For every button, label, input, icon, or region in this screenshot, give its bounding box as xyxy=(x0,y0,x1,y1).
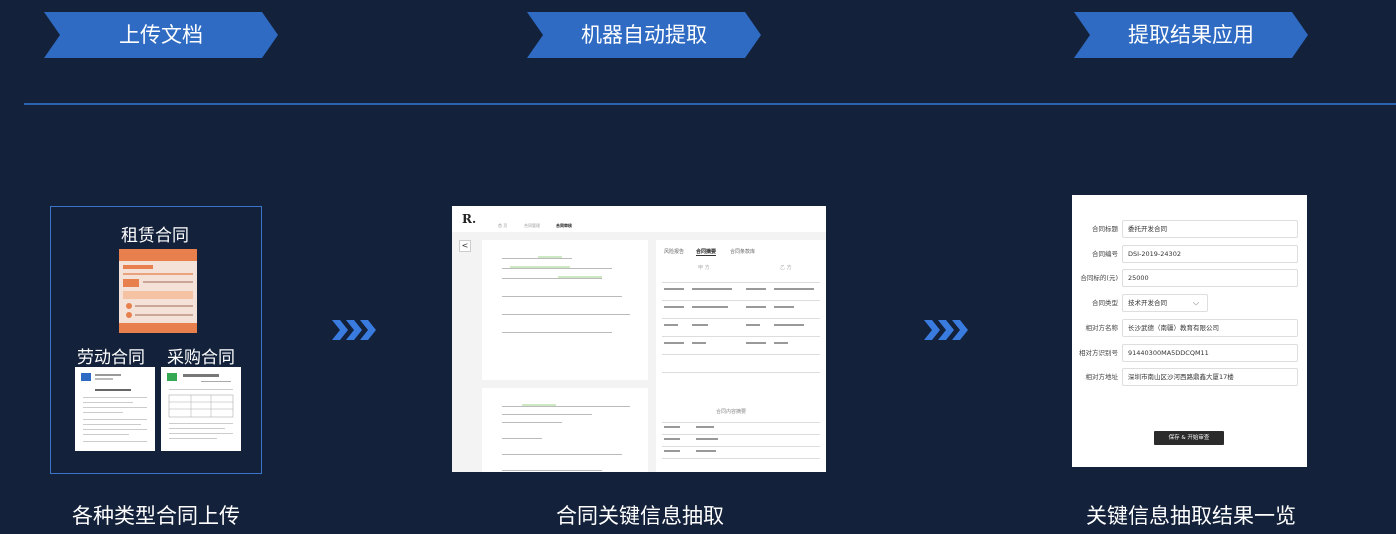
labor-contract-thumbnail[interactable] xyxy=(75,367,155,451)
back-icon[interactable]: < xyxy=(459,240,471,252)
step-label-apply: 提取结果应用 xyxy=(1128,23,1254,47)
nav-contract-review[interactable]: 合同审核 xyxy=(556,223,572,229)
form-row-title: 合同标题 委托开发合同 xyxy=(1072,220,1307,238)
contract-type-value: 技术开发合同 xyxy=(1128,299,1167,307)
app-topbar: R. 首 页 合同管理 合同审核 xyxy=(452,206,826,232)
field-label: 相对方地址 xyxy=(1085,373,1119,381)
form-row-party-id: 相对方识别号 91440300MA5DDCQM11 xyxy=(1072,344,1307,362)
field-label: 合同编号 xyxy=(1092,250,1118,258)
extraction-screenshot: R. 首 页 合同管理 合同审核 < 风险报告 合同摘要 合同条款库 甲 方 乙… xyxy=(452,206,826,472)
step-tag-upload: 上传文档 xyxy=(44,12,278,58)
party-a-label: 甲 方 xyxy=(698,265,710,271)
caption-upload: 各种类型合同上传 xyxy=(72,504,240,528)
flow-arrow-icon xyxy=(332,318,386,346)
lease-contract-label: 租赁合同 xyxy=(121,226,189,246)
form-row-party-name: 相对方名称 长沙武德（南疆）教育有限公司 xyxy=(1072,319,1307,337)
contract-amount-field[interactable]: 25000 xyxy=(1122,269,1298,287)
caption-results: 关键信息抽取结果一览 xyxy=(1086,504,1296,528)
purchase-contract-label: 采购合同 xyxy=(167,348,235,368)
counterparty-id-field[interactable]: 91440300MA5DDCQM11 xyxy=(1122,344,1298,362)
nav-home[interactable]: 首 页 xyxy=(498,223,507,229)
summary-section-title: 合同内容摘要 xyxy=(716,409,747,415)
lease-document-icon xyxy=(119,249,197,333)
labor-document-icon xyxy=(81,373,147,442)
form-row-amount: 合同标的(元) 25000 xyxy=(1072,269,1307,287)
summary-panel: 风险报告 合同摘要 合同条款库 甲 方 乙 方 合同内容摘要 xyxy=(656,240,826,472)
field-label: 合同类型 xyxy=(1092,299,1118,307)
field-label: 相对方识别号 xyxy=(1079,349,1118,357)
document-page xyxy=(482,240,648,380)
save-and-review-button[interactable]: 保存 & 开始审查 xyxy=(1154,431,1224,445)
step-label-upload: 上传文档 xyxy=(119,23,203,47)
form-row-number: 合同编号 DSI-2019-24302 xyxy=(1072,245,1307,263)
purchase-document-icon xyxy=(167,373,234,439)
counterparty-name-field[interactable]: 长沙武德（南疆）教育有限公司 xyxy=(1122,319,1298,337)
caption-extract: 合同关键信息抽取 xyxy=(556,504,724,528)
tab-contract-summary[interactable]: 合同摘要 xyxy=(696,248,717,256)
tab-clause-library[interactable]: 合同条款库 xyxy=(730,248,755,255)
contract-type-select[interactable]: 技术开发合同 xyxy=(1122,294,1208,312)
flow-arrow-icon xyxy=(924,318,978,346)
app-logo: R. xyxy=(462,212,477,226)
document-page xyxy=(482,388,648,472)
step-tag-extract: 机器自动提取 xyxy=(527,12,761,58)
step-label-extract: 机器自动提取 xyxy=(581,23,707,47)
counterparty-address-field[interactable]: 深圳市南山区沙河西路鼎鑫大厦17楼 xyxy=(1122,368,1298,386)
tab-risk-report[interactable]: 风险报告 xyxy=(664,248,684,255)
contract-title-field[interactable]: 委托开发合同 xyxy=(1122,220,1298,238)
lease-contract-thumbnail[interactable] xyxy=(119,249,197,333)
summary-table xyxy=(662,282,820,459)
labor-contract-label: 劳动合同 xyxy=(77,348,145,368)
step-tag-apply: 提取结果应用 xyxy=(1074,12,1308,58)
result-form: 合同标题 委托开发合同 合同编号 DSI-2019-24302 合同标的(元) … xyxy=(1072,195,1307,467)
section-divider xyxy=(24,103,1396,105)
contract-number-field[interactable]: DSI-2019-24302 xyxy=(1122,245,1298,263)
purchase-contract-thumbnail[interactable] xyxy=(161,367,241,451)
chevron-down-icon xyxy=(1193,302,1199,306)
field-label: 合同标题 xyxy=(1092,225,1118,233)
form-row-party-address: 相对方地址 深圳市南山区沙河西路鼎鑫大厦17楼 xyxy=(1072,368,1307,386)
nav-contract-manage[interactable]: 合同管理 xyxy=(524,223,540,229)
field-label: 相对方名称 xyxy=(1085,324,1119,332)
party-b-label: 乙 方 xyxy=(780,265,792,271)
form-row-type: 合同类型 技术开发合同 xyxy=(1072,294,1307,312)
upload-panel[interactable]: 租赁合同 劳动合同 采购合同 xyxy=(50,206,262,474)
field-label: 合同标的(元) xyxy=(1080,274,1118,282)
